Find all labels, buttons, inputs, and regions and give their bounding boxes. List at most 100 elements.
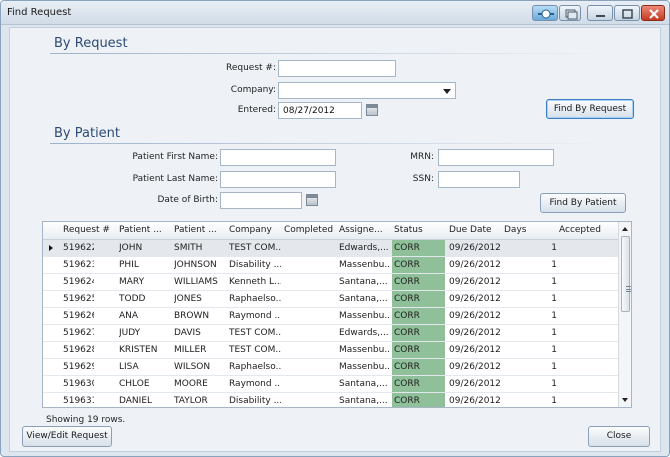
help-icon bbox=[538, 9, 554, 19]
patient-last-name-input[interactable] bbox=[220, 171, 336, 188]
due-date-cell: 09/26/2012 bbox=[449, 362, 501, 372]
scroll-thumb[interactable] bbox=[621, 236, 631, 312]
column-header[interactable]: Assigne... bbox=[339, 225, 389, 235]
patient-last-name-cell: BROWN bbox=[174, 311, 210, 321]
column-header[interactable]: Request # bbox=[63, 225, 113, 235]
table-row[interactable]: 519629 LISA WILSON Raphaelso... Massenbu... C… bbox=[43, 359, 619, 376]
status-cell: CORR bbox=[394, 311, 420, 321]
company-cell: Raymond ... bbox=[229, 311, 281, 321]
table-row[interactable]: 519628 KRISTEN MILLER TEST COM... Massenbu..… bbox=[43, 342, 619, 359]
patient-first-name-cell: JOHN bbox=[119, 243, 143, 253]
request-number-cell: 519627 bbox=[63, 328, 94, 338]
patient-first-name-cell: ANA bbox=[119, 311, 139, 321]
date-of-birth-input[interactable] bbox=[220, 192, 302, 209]
title-bar[interactable]: Find Request bbox=[1, 1, 669, 25]
column-header[interactable]: Due Date bbox=[449, 225, 499, 235]
company-cell: TEST COM... bbox=[229, 328, 281, 338]
company-cell: TEST COM... bbox=[229, 243, 281, 253]
view-edit-request-button[interactable]: View/Edit Request bbox=[22, 426, 112, 447]
company-cell: Disability ... bbox=[229, 260, 281, 270]
request-number-cell: 519624 bbox=[63, 277, 94, 287]
vertical-scrollbar[interactable] bbox=[618, 222, 631, 407]
grip-icon bbox=[626, 286, 631, 292]
company-cell: Raphaelso... bbox=[229, 362, 281, 372]
table-row[interactable]: 519626 ANA BROWN Raymond ... Massenbu... CORR… bbox=[43, 308, 619, 325]
column-header[interactable]: Days bbox=[504, 225, 554, 235]
maximize-icon bbox=[622, 9, 633, 19]
column-header[interactable]: Completed bbox=[284, 225, 334, 235]
scroll-down-icon[interactable] bbox=[622, 398, 628, 402]
mrn-label: MRN: bbox=[410, 152, 434, 162]
window-options-button[interactable] bbox=[559, 5, 581, 21]
table-row[interactable]: 519625 TODD JONES Raphaelso... Santana,... CO… bbox=[43, 291, 619, 308]
current-row-icon bbox=[49, 245, 53, 251]
section-divider bbox=[50, 53, 610, 54]
table-row[interactable]: 519623 PHIL JOHNSON Disability ... Massenbu.… bbox=[43, 257, 619, 274]
assignee-cell: Edwards,... bbox=[339, 243, 389, 253]
entered-label: Entered: bbox=[237, 105, 276, 115]
table-row[interactable]: 519630 CHLOE MOORE Raymond ... Santana,... CO… bbox=[43, 376, 619, 393]
company-cell: Raymond ... bbox=[229, 379, 281, 389]
scroll-up-icon[interactable] bbox=[622, 227, 628, 231]
assignee-cell: Massenbu... bbox=[339, 345, 391, 355]
ssn-input[interactable] bbox=[438, 171, 520, 188]
close-button[interactable]: Close bbox=[588, 426, 650, 447]
assignee-cell: Massenbu... bbox=[339, 311, 391, 321]
patient-last-name-cell: DAVIS bbox=[174, 328, 201, 338]
table-header: Request # Patient ... Patient ... Compan… bbox=[43, 222, 619, 240]
due-date-cell: 09/26/2012 bbox=[449, 260, 501, 270]
patient-first-name-input[interactable] bbox=[220, 149, 336, 166]
request-number-cell: 519622 bbox=[63, 243, 94, 253]
window-title: Find Request bbox=[7, 7, 72, 18]
status-cell: CORR bbox=[394, 260, 420, 270]
window-options-icon bbox=[565, 9, 578, 20]
column-header[interactable]: Patient ... bbox=[174, 225, 224, 235]
window-close-button[interactable] bbox=[641, 5, 665, 21]
company-cell: Raphaelso... bbox=[229, 294, 281, 304]
days-cell: 1 bbox=[551, 294, 557, 304]
request-number-input[interactable] bbox=[278, 60, 396, 77]
patient-last-name-label: Patient Last Name: bbox=[132, 174, 218, 184]
table-row[interactable]: 519624 MARY WILLIAMS Kenneth L... Santana,..… bbox=[43, 274, 619, 291]
status-cell: CORR bbox=[394, 294, 420, 304]
help-button[interactable] bbox=[532, 5, 558, 21]
results-table[interactable]: Request # Patient ... Patient ... Compan… bbox=[42, 221, 632, 408]
assignee-cell: Santana,... bbox=[339, 277, 388, 287]
status-cell: CORR bbox=[394, 362, 420, 372]
row-count-status: Showing 19 rows. bbox=[46, 415, 126, 425]
patient-last-name-cell: SMITH bbox=[174, 243, 203, 253]
column-header[interactable]: Accepted bbox=[559, 225, 609, 235]
minimize-button[interactable] bbox=[587, 5, 613, 21]
column-header[interactable]: Company bbox=[229, 225, 279, 235]
calendar-icon[interactable] bbox=[366, 104, 378, 116]
maximize-button[interactable] bbox=[614, 5, 640, 21]
request-number-cell: 519630 bbox=[63, 379, 94, 389]
mrn-input[interactable] bbox=[438, 149, 554, 166]
company-label: Company: bbox=[230, 85, 276, 95]
company-cell: Kenneth L... bbox=[229, 277, 281, 287]
company-select[interactable] bbox=[278, 82, 456, 99]
calendar-icon[interactable] bbox=[306, 194, 318, 206]
table-row[interactable]: 519627 JUDY DAVIS TEST COM... Edwards,... COR… bbox=[43, 325, 619, 342]
patient-first-name-cell: DANIEL bbox=[119, 396, 153, 406]
days-cell: 1 bbox=[551, 311, 557, 321]
days-cell: 1 bbox=[551, 362, 557, 372]
days-cell: 1 bbox=[551, 328, 557, 338]
due-date-cell: 09/26/2012 bbox=[449, 328, 501, 338]
patient-last-name-cell: WILLIAMS bbox=[174, 277, 218, 287]
table-row[interactable]: 519622 JOHN SMITH TEST COM... Edwards,... COR… bbox=[43, 240, 619, 257]
entered-date-input[interactable] bbox=[278, 102, 362, 119]
assignee-cell: Edwards,... bbox=[339, 328, 389, 338]
column-header[interactable]: Status bbox=[394, 225, 444, 235]
due-date-cell: 09/26/2012 bbox=[449, 396, 501, 406]
days-cell: 1 bbox=[551, 379, 557, 389]
status-cell: CORR bbox=[394, 328, 420, 338]
table-row[interactable]: 519631 DANIEL TAYLOR Disability ... Santana,… bbox=[43, 393, 619, 407]
find-by-patient-button[interactable]: Find By Patient bbox=[540, 193, 626, 213]
column-header[interactable]: Patient ... bbox=[119, 225, 169, 235]
due-date-cell: 09/26/2012 bbox=[449, 294, 501, 304]
due-date-cell: 09/26/2012 bbox=[449, 345, 501, 355]
find-by-request-button[interactable]: Find By Request bbox=[546, 99, 634, 119]
request-number-cell: 519623 bbox=[63, 260, 94, 270]
status-cell: CORR bbox=[394, 396, 420, 406]
